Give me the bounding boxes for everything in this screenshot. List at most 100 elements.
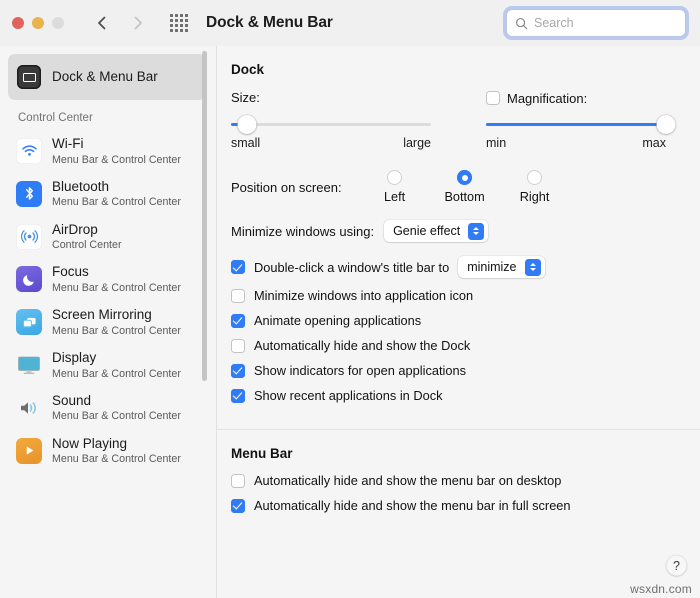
sidebar-item-sublabel: Control Center xyxy=(52,239,122,251)
magnification-slider-knob[interactable] xyxy=(657,115,676,134)
magnification-slider-fill xyxy=(486,123,666,126)
checkbox-row[interactable]: Automatically hide and show the menu bar… xyxy=(231,473,680,488)
dock-position-right[interactable]: Right xyxy=(500,170,570,204)
search-field[interactable] xyxy=(506,9,686,37)
magnification-min-label: min xyxy=(486,136,506,150)
minimize-effect-popup[interactable]: Genie effect xyxy=(384,220,488,242)
close-button[interactable] xyxy=(12,17,24,29)
minimize-button[interactable] xyxy=(32,17,44,29)
chevron-updown-icon xyxy=(468,223,484,240)
sidebar-item-label: Dock & Menu Bar xyxy=(52,69,158,85)
dock-menu-bar-icon xyxy=(16,64,42,90)
chevron-updown-icon xyxy=(525,259,541,276)
radio-bottom[interactable] xyxy=(457,170,472,185)
auto-hide-menubar-desktop-checkbox[interactable] xyxy=(231,474,245,488)
checkbox-row[interactable]: Animate opening applications xyxy=(231,313,680,328)
sidebar-item-dock-menu-bar[interactable]: Dock & Menu Bar xyxy=(8,54,206,100)
wifi-icon xyxy=(16,138,42,164)
sidebar-item-sublabel: Menu Bar & Control Center xyxy=(52,368,181,380)
sidebar-item-label: Bluetooth xyxy=(52,179,181,195)
sidebar-item-label: Display xyxy=(52,350,181,366)
checkbox-row[interactable]: Minimize windows into application icon xyxy=(231,288,680,303)
sidebar-item-now-playing[interactable]: Now Playing Menu Bar & Control Center xyxy=(8,430,206,472)
magnification-slider[interactable]: min max xyxy=(486,113,666,150)
dock-position-radio-group: Left Bottom Right xyxy=(360,170,570,204)
search-icon xyxy=(515,17,528,30)
page-title: Dock & Menu Bar xyxy=(206,14,333,32)
radio-right[interactable] xyxy=(527,170,542,185)
dock-position-bottom[interactable]: Bottom xyxy=(430,170,500,204)
auto-hide-dock-checkbox[interactable] xyxy=(231,339,245,353)
sidebar-item-focus[interactable]: Focus Menu Bar & Control Center xyxy=(8,258,206,300)
dock-section-title: Dock xyxy=(231,62,680,77)
airdrop-icon xyxy=(16,224,42,250)
sidebar-item-airdrop[interactable]: AirDrop Control Center xyxy=(8,216,206,258)
sidebar-scroll-content: Dock & Menu Bar Control Center Wi-Fi xyxy=(0,50,216,483)
checkbox-label: Minimize windows into application icon xyxy=(254,288,473,303)
radio-left-label: Left xyxy=(384,190,405,204)
radio-right-label: Right xyxy=(520,190,550,204)
checkbox-row[interactable]: Show recent applications in Dock xyxy=(231,388,680,403)
sidebar: Dock & Menu Bar Control Center Wi-Fi xyxy=(0,46,216,598)
sidebar-item-sublabel: Menu Bar & Control Center xyxy=(52,196,181,208)
radio-left[interactable] xyxy=(387,170,402,185)
sidebar-item-wifi[interactable]: Wi-Fi Menu Bar & Control Center xyxy=(8,130,206,172)
double-click-checkbox[interactable] xyxy=(231,260,245,274)
magnification-label: Magnification: xyxy=(507,91,587,106)
sidebar-scrollbar-thumb[interactable] xyxy=(202,51,207,381)
sidebar-item-label: Now Playing xyxy=(52,436,181,452)
checkbox-label: Automatically hide and show the menu bar… xyxy=(254,498,571,513)
sidebar-item-label: Screen Mirroring xyxy=(52,307,181,323)
sidebar-item-screen-mirroring[interactable]: Screen Mirroring Menu Bar & Control Cent… xyxy=(8,301,206,343)
system-preferences-window: Dock & Menu Bar Dock & Menu Ba xyxy=(0,0,700,598)
window-toolbar: Dock & Menu Bar xyxy=(0,0,700,46)
dock-size-slider[interactable]: small large xyxy=(231,113,431,150)
window-body: Dock & Menu Bar Control Center Wi-Fi xyxy=(0,46,700,598)
position-on-screen-label: Position on screen: xyxy=(231,180,342,195)
sidebar-item-sublabel: Menu Bar & Control Center xyxy=(52,154,181,166)
sidebar-scrollbar[interactable] xyxy=(200,46,208,598)
focus-moon-icon xyxy=(16,266,42,292)
checkbox-label: Automatically hide and show the menu bar… xyxy=(254,473,561,488)
magnification-checkbox[interactable] xyxy=(486,91,500,105)
minimize-using-label: Minimize windows using: xyxy=(231,224,374,239)
sidebar-item-sublabel: Menu Bar & Control Center xyxy=(52,410,181,422)
back-chevron-icon[interactable] xyxy=(94,14,110,32)
show-recent-apps-checkbox[interactable] xyxy=(231,389,245,403)
auto-hide-menubar-fullscreen-checkbox[interactable] xyxy=(231,499,245,513)
preferences-pane: Dock Size: Magnification: xyxy=(217,46,700,598)
sidebar-item-label: AirDrop xyxy=(52,222,122,238)
forward-chevron-icon[interactable] xyxy=(130,14,146,32)
sidebar-item-display[interactable]: Display Menu Bar & Control Center xyxy=(8,344,206,386)
now-playing-icon xyxy=(16,438,42,464)
show-indicators-checkbox[interactable] xyxy=(231,364,245,378)
traffic-lights xyxy=(12,17,64,29)
checkbox-row[interactable]: Automatically hide and show the menu bar… xyxy=(231,498,680,513)
sidebar-item-label: Wi-Fi xyxy=(52,136,181,152)
watermark: wsxdn.com xyxy=(630,582,692,596)
dock-section: Dock Size: Magnification: xyxy=(217,46,700,403)
dock-size-slider-knob[interactable] xyxy=(238,115,257,134)
checkbox-row[interactable]: Automatically hide and show the Dock xyxy=(231,338,680,353)
sidebar-item-sublabel: Menu Bar & Control Center xyxy=(52,325,181,337)
sidebar-item-sublabel: Menu Bar & Control Center xyxy=(52,282,181,294)
zoom-button[interactable] xyxy=(52,17,64,29)
dock-position-left[interactable]: Left xyxy=(360,170,430,204)
help-button[interactable]: ? xyxy=(666,555,687,576)
show-all-grid-icon[interactable] xyxy=(170,14,188,32)
double-click-action-popup[interactable]: minimize xyxy=(458,256,544,278)
dock-size-label: Size: xyxy=(231,90,260,105)
minimize-into-app-icon-checkbox[interactable] xyxy=(231,289,245,303)
sidebar-item-label: Focus xyxy=(52,264,181,280)
checkbox-row[interactable]: Show indicators for open applications xyxy=(231,363,680,378)
sidebar-item-bluetooth[interactable]: Bluetooth Menu Bar & Control Center xyxy=(8,173,206,215)
animate-opening-apps-checkbox[interactable] xyxy=(231,314,245,328)
sound-speaker-icon xyxy=(16,395,42,421)
checkbox-label: Show recent applications in Dock xyxy=(254,388,443,403)
magnification-max-label: max xyxy=(642,136,666,150)
dock-size-max-label: large xyxy=(403,136,431,150)
menu-bar-section-title: Menu Bar xyxy=(231,446,680,461)
radio-bottom-label: Bottom xyxy=(444,190,484,204)
search-input[interactable] xyxy=(534,16,677,30)
sidebar-item-sound[interactable]: Sound Menu Bar & Control Center xyxy=(8,387,206,429)
